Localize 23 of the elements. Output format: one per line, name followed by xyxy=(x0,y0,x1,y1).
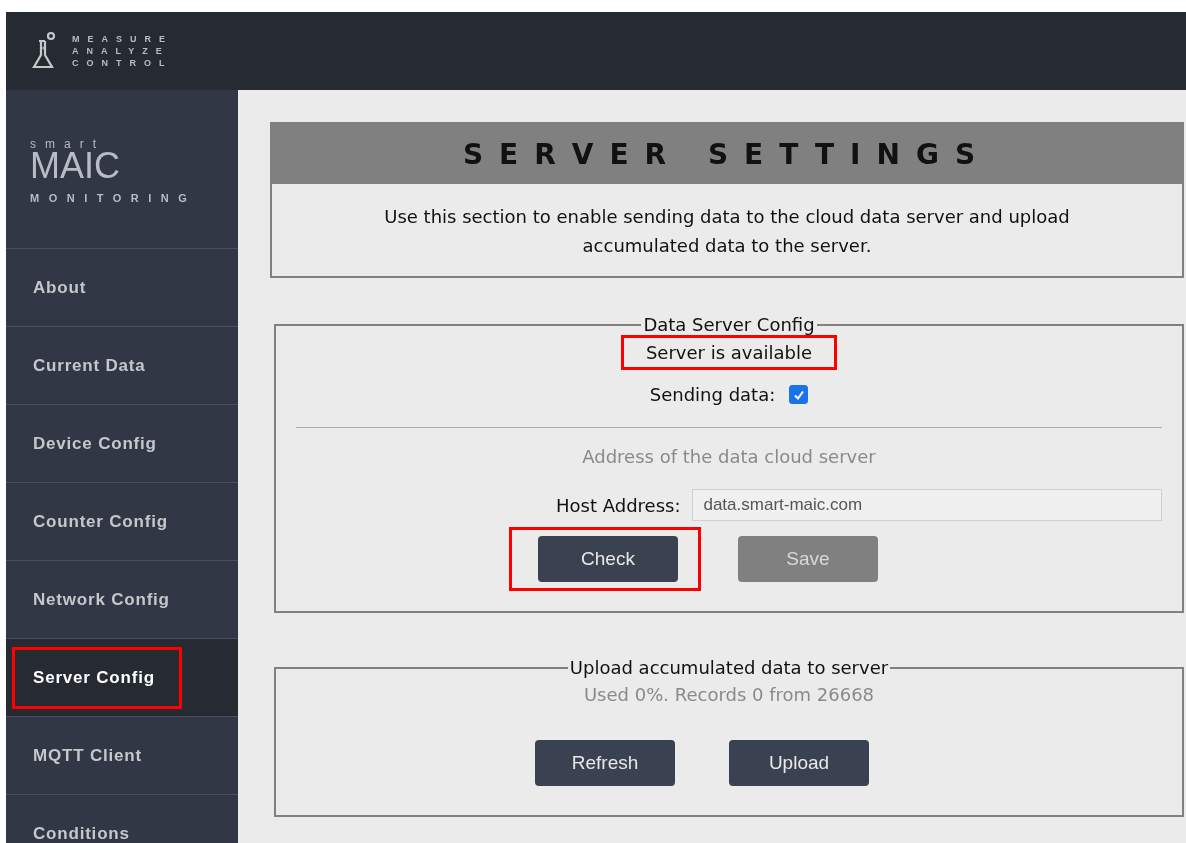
sending-checkbox[interactable] xyxy=(789,385,809,404)
action-button[interactable]: Upload xyxy=(729,740,869,786)
action-button[interactable]: Check xyxy=(538,536,678,582)
page-title: SERVER SETTINGS xyxy=(272,124,1182,184)
brand-name: MAIC xyxy=(30,150,121,182)
flask-icon xyxy=(32,31,58,71)
logo-text: CONTROL xyxy=(72,58,173,68)
brand-subtitle: MONITORING xyxy=(30,192,198,204)
panel-legend: Data Server Config xyxy=(641,314,817,335)
panel-legend: Upload accumulated data to server xyxy=(567,657,891,678)
sending-label: Sending data: xyxy=(649,384,776,405)
action-button[interactable]: Refresh xyxy=(535,740,675,786)
checkmark-icon xyxy=(792,388,805,401)
host-label: Host Address: xyxy=(556,494,681,516)
brand-tagline: smart xyxy=(30,138,106,150)
logo-text: ANALYZE xyxy=(72,46,171,56)
usage-text: Used 0%. Records 0 from 26668 xyxy=(583,684,875,705)
logo-text: MEASURE xyxy=(72,34,173,44)
server-status: Server is available xyxy=(620,335,838,370)
hint-text: Address of the data cloud server xyxy=(582,446,876,467)
page-description: Use this section to enable sending data to the cloud data server and upload accumulated data to the server. xyxy=(383,205,1071,258)
sidebar-item[interactable]: Server Config xyxy=(6,639,238,717)
host-field[interactable]: data.smart-maic.com xyxy=(692,489,1162,521)
